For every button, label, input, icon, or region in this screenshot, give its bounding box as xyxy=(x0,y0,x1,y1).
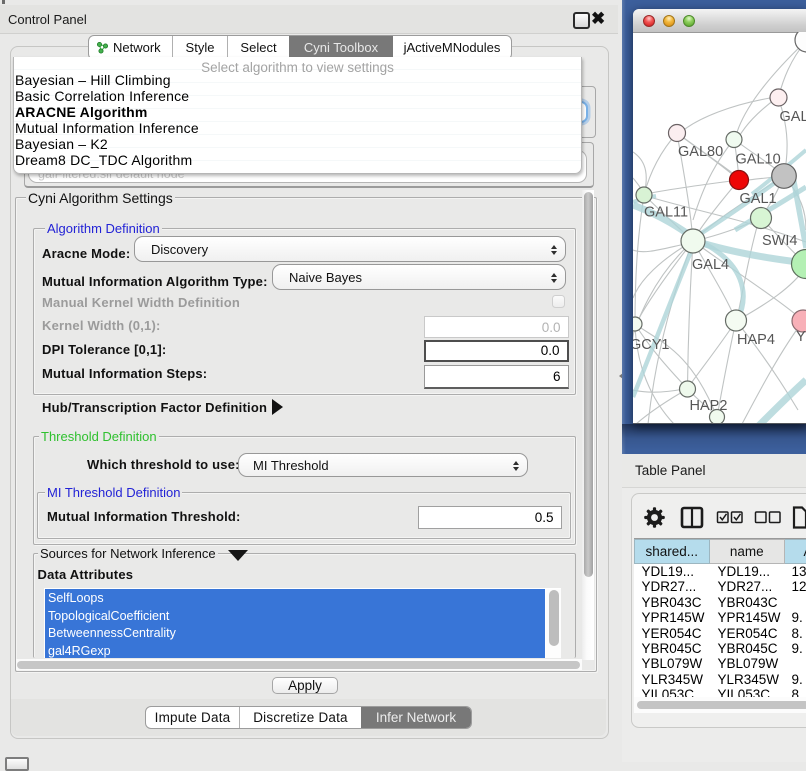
svg-text:HAP2: HAP2 xyxy=(690,398,728,414)
svg-text:GCY1: GCY1 xyxy=(633,337,670,353)
svg-text:SWI4: SWI4 xyxy=(762,233,797,249)
svg-text:GAL4: GAL4 xyxy=(692,257,729,273)
svg-text:GAL80: GAL80 xyxy=(678,144,723,160)
svg-text:GAL1: GAL1 xyxy=(740,191,777,207)
svg-text:YM: YM xyxy=(796,329,806,345)
svg-text:GAL: GAL xyxy=(780,109,806,125)
svg-text:HAP4: HAP4 xyxy=(737,332,775,348)
svg-text:GAL10: GAL10 xyxy=(736,151,781,167)
svg-text:GAL11: GAL11 xyxy=(644,204,688,220)
